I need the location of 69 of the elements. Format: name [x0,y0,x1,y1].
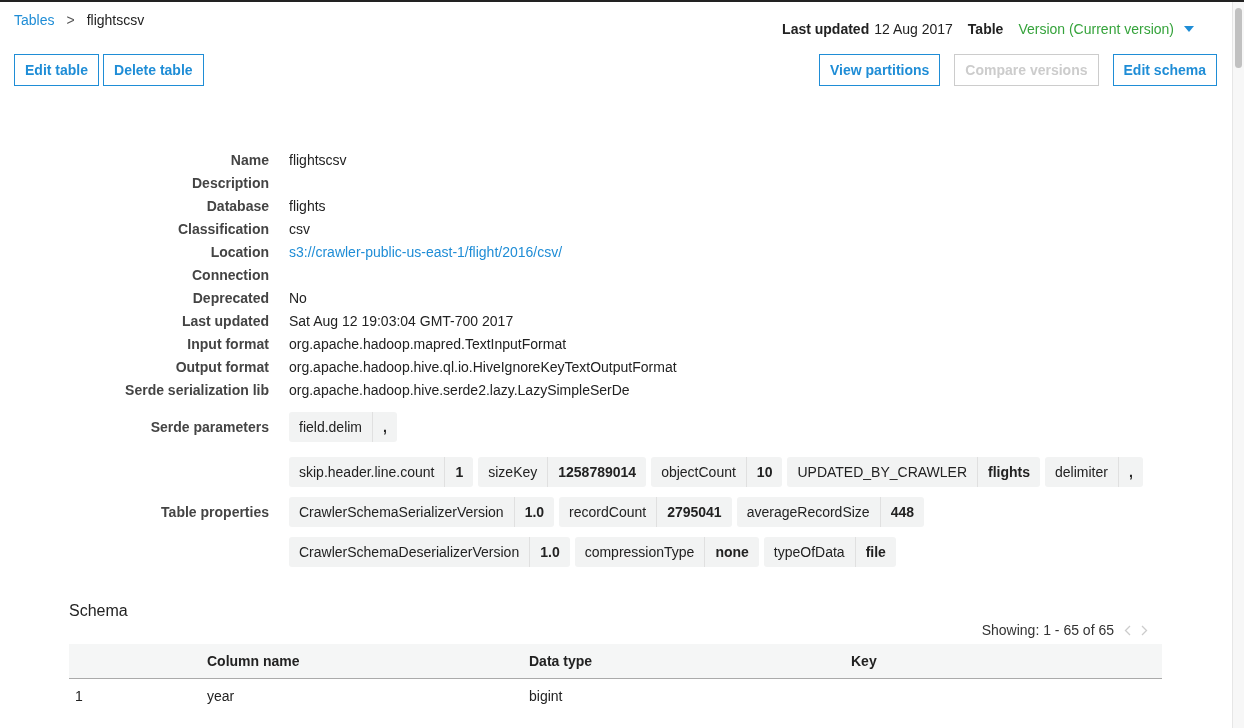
property-key: CrawlerSchemaDeserializerVersion [289,537,531,567]
detail-label: Classification [176,220,269,239]
version-dropdown[interactable]: Version (Current version) [1008,21,1194,37]
action-button[interactable]: Edit table [14,54,99,86]
scrollbar[interactable] [1232,2,1244,728]
property-value: file [864,543,887,562]
last-updated-value: 12 Aug 2017 [874,21,953,37]
column-header: Data type [529,653,593,669]
property-key: objectCount [651,457,747,487]
detail-label: Name [229,151,269,170]
detail-label: Serde serialization lib [124,381,269,400]
property-key: averageRecordSize [736,497,881,527]
previous-page-icon[interactable] [1124,624,1131,636]
detail-label: Database [205,197,269,216]
detail-label: Serde parameters [149,419,269,435]
table-cell: bigint [529,688,563,704]
breadcrumb-separator: > [66,12,75,30]
location-link[interactable]: s3://crawler-public-us-east-1/flight/2016/csv/ [289,244,563,260]
detail-label: Last updated [180,312,269,331]
detail-value: org.apache.hadoop.mapred.TextInputFormat [289,336,567,352]
property-key: delimiter [1045,457,1119,487]
table-cell: year [207,688,235,704]
column-header: Key [851,653,877,669]
detail-value: org.apache.hadoop.hive.serde2.lazy.LazySimpleSerDe [289,382,630,398]
property-key: skip.header.line.count [289,457,446,487]
property-value: 1.0 [539,543,561,562]
property-value: 10 [755,463,774,482]
detail-label: Table properties [160,504,269,520]
property-value: , [1127,463,1134,482]
next-page-icon[interactable] [1141,624,1148,636]
property-key: CrawlerSchemaSerializerVersion [289,497,515,527]
property-key: UPDATED_BY_CRAWLER [787,457,979,487]
detail-value: csv [289,221,310,237]
section-title: Schema [69,602,129,620]
pagination-text: Showing: 1 - 65 of 65 [981,622,1114,638]
detail-value: flightscsv [289,152,347,168]
property-value: , [382,418,388,437]
detail-label: Description [191,174,269,193]
caret-icon [1184,26,1194,32]
detail-value: org.apache.hadoop.hive.ql.io.HiveIgnoreKeyTextOutputFormat [289,359,677,375]
action-button[interactable]: Delete table [103,54,204,86]
breadcrumb-current: flightscsv [86,12,145,30]
property-value: 448 [889,503,915,522]
detail-value: flights [289,198,326,214]
property-key: field.delim [289,412,374,442]
property-key: compressionType [574,537,706,567]
detail-value: No [289,290,307,306]
column-header: Column name [207,653,300,669]
property-value: 2795041 [666,503,723,522]
detail-label: Connection [191,266,269,285]
table-cell: 1 [75,688,83,704]
detail-value: Sat Aug 12 19:03:04 GMT-700 2017 [289,313,514,329]
detail-label: Output format [174,358,269,377]
property-value: 1.0 [523,503,546,522]
last-updated-label: Last updated [782,21,870,37]
property-value: 1258789014 [557,463,638,482]
property-key: typeOfData [763,537,856,567]
action-button[interactable]: Edit schema [1112,54,1217,86]
breadcrumb-link[interactable]: Tables [14,12,55,37]
property-key: recordCount [559,497,658,527]
property-value: flights [987,463,1032,482]
detail-label: Location [209,243,269,262]
detail-label: Deprecated [191,289,269,308]
property-value: 1 [454,463,465,482]
action-button[interactable]: View partitions [819,54,941,86]
property-value: none [714,543,750,562]
detail-label: Input format [186,335,269,354]
table-label: Table [967,21,1004,37]
property-key: sizeKey [478,457,549,487]
